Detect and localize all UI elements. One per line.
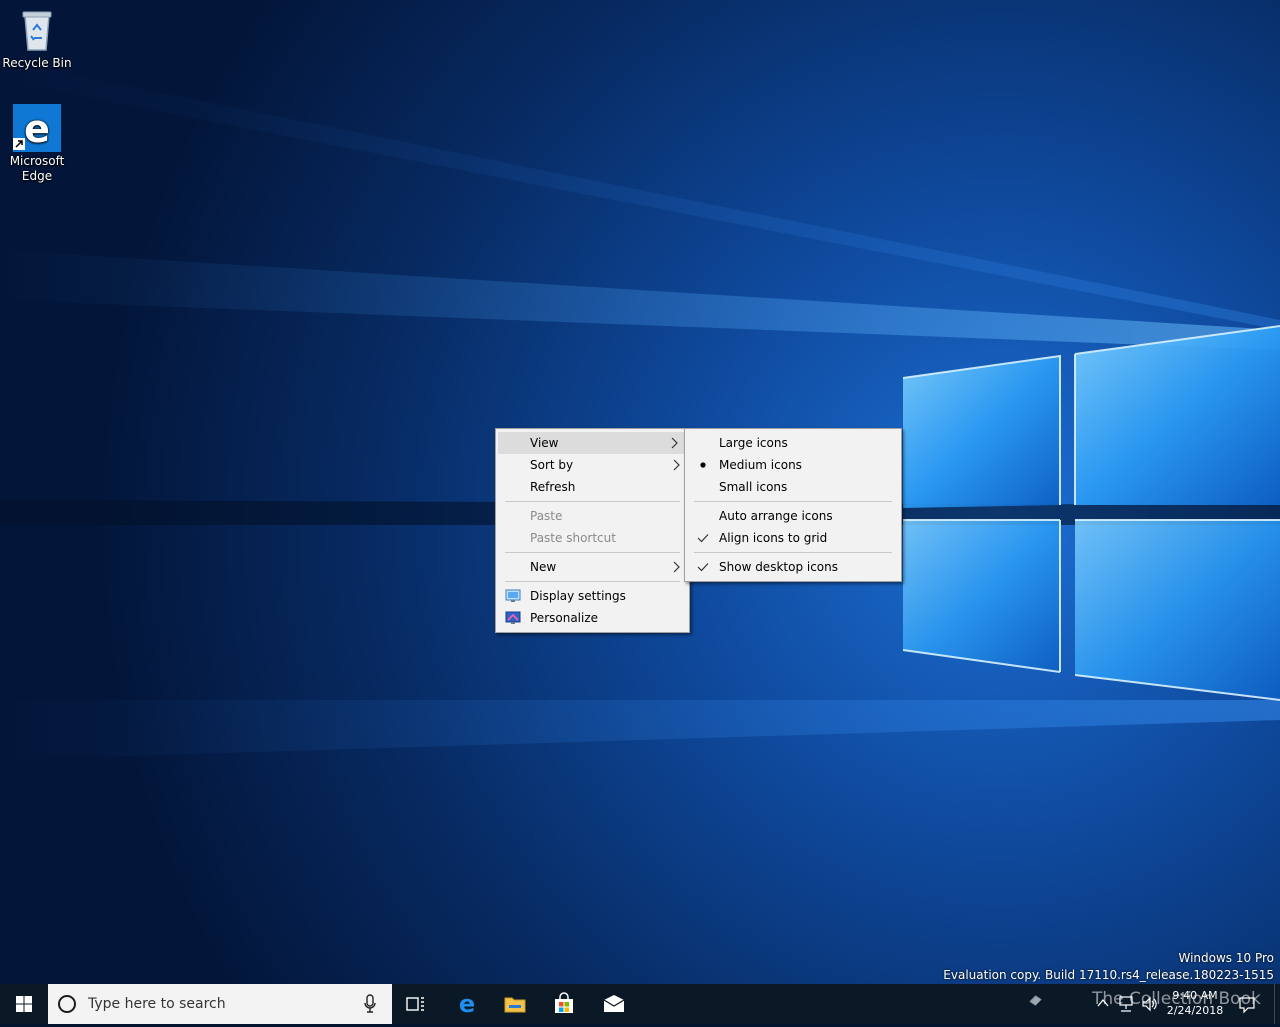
microsoft-edge-label: Microsoft Edge [9, 154, 65, 183]
chevron-right-icon [673, 561, 680, 573]
menu-item-align-icons-to-grid[interactable]: Align icons to grid [685, 527, 901, 549]
menu-item-display-settings-label: Display settings [530, 589, 626, 603]
search-placeholder: Type here to search [88, 996, 226, 1012]
brand-overlay-text: The Collection Book [1092, 989, 1261, 1009]
taskbar-store-button[interactable] [540, 984, 588, 1024]
search-box[interactable]: Type here to search [48, 984, 392, 1024]
menu-item-display-settings[interactable]: Display settings [496, 585, 689, 607]
menu-item-paste-shortcut-label: Paste shortcut [530, 531, 616, 545]
file-explorer-icon [504, 997, 526, 1013]
menu-item-large-icons[interactable]: Large icons [685, 432, 901, 454]
book-logo-icon [1029, 995, 1042, 1006]
evaluation-watermark: Windows 10 Pro Evaluation copy. Build 17… [943, 950, 1274, 984]
menu-item-personalize[interactable]: Personalize [496, 607, 689, 629]
menu-item-paste: Paste [496, 505, 689, 527]
checkmark-icon [697, 534, 709, 543]
view-submenu: Large icons Medium icons Small icons Aut… [684, 428, 902, 582]
watermark-build: Evaluation copy. Build 17110.rs4_release… [943, 968, 1274, 982]
recycle-bin-shortcut[interactable]: Recycle Bin [0, 6, 74, 71]
cortana-icon [58, 995, 76, 1013]
chevron-right-icon [673, 459, 680, 471]
menu-item-small-icons-label: Small icons [719, 480, 788, 494]
watermark-edition: Windows 10 Pro [1178, 951, 1274, 965]
taskbar-mail-button[interactable] [590, 984, 638, 1024]
start-button[interactable] [0, 984, 48, 1024]
show-desktop-button[interactable] [1274, 984, 1280, 1024]
menu-item-large-icons-label: Large icons [719, 436, 788, 450]
menu-item-auto-arrange-icons[interactable]: Auto arrange icons [685, 505, 901, 527]
menu-item-refresh[interactable]: Refresh [496, 476, 689, 498]
menu-item-sort-by-label: Sort by [530, 458, 574, 472]
menu-item-view-label: View [530, 436, 559, 450]
store-icon [555, 992, 573, 1013]
menu-item-paste-shortcut: Paste shortcut [496, 527, 689, 549]
menu-item-small-icons[interactable]: Small icons [685, 476, 901, 498]
menu-item-auto-arrange-icons-label: Auto arrange icons [719, 509, 833, 523]
taskbar-edge-button[interactable]: e [443, 984, 491, 1024]
radio-bullet-icon [700, 462, 706, 468]
desktop-context-menu: View Sort by Refresh Paste Paste shortcu… [495, 428, 690, 633]
chevron-right-icon [671, 437, 678, 449]
menu-separator [505, 501, 680, 502]
microsoft-edge-shortcut[interactable]: e Microsoft Edge [0, 104, 74, 184]
recycle-bin-icon [13, 6, 61, 54]
menu-item-show-desktop-icons-label: Show desktop icons [719, 560, 839, 574]
menu-separator [505, 581, 680, 582]
windows-logo-icon [16, 996, 32, 1012]
mail-icon [603, 995, 625, 1012]
personalize-icon [505, 611, 521, 624]
edge-icon: e [459, 992, 475, 1016]
edge-icon: e [13, 104, 61, 152]
task-view-icon [406, 997, 424, 1011]
recycle-bin-label: Recycle Bin [2, 56, 72, 70]
svg-text:e: e [459, 992, 475, 1016]
svg-text:e: e [24, 107, 50, 151]
menu-item-personalize-label: Personalize [530, 611, 599, 625]
checkmark-icon [697, 563, 709, 572]
menu-separator [694, 552, 892, 553]
task-view-button[interactable] [392, 984, 440, 1024]
taskbar-file-explorer-button[interactable] [491, 984, 539, 1024]
display-settings-icon [505, 589, 521, 602]
menu-item-refresh-label: Refresh [530, 480, 576, 494]
menu-item-new[interactable]: New [496, 556, 689, 578]
menu-item-show-desktop-icons[interactable]: Show desktop icons [685, 556, 901, 578]
menu-item-medium-icons-label: Medium icons [719, 458, 802, 472]
menu-item-sort-by[interactable]: Sort by [496, 454, 689, 476]
taskbar: Type here to search e 9:40 AM 2/24/2018 [0, 984, 1280, 1024]
microphone-icon[interactable] [362, 994, 378, 1014]
menu-item-medium-icons[interactable]: Medium icons [685, 454, 901, 476]
menu-separator [694, 501, 892, 502]
menu-item-view[interactable]: View [498, 432, 687, 454]
menu-item-align-icons-to-grid-label: Align icons to grid [719, 531, 828, 545]
menu-item-paste-label: Paste [530, 509, 563, 523]
menu-separator [505, 552, 680, 553]
menu-item-new-label: New [530, 560, 557, 574]
